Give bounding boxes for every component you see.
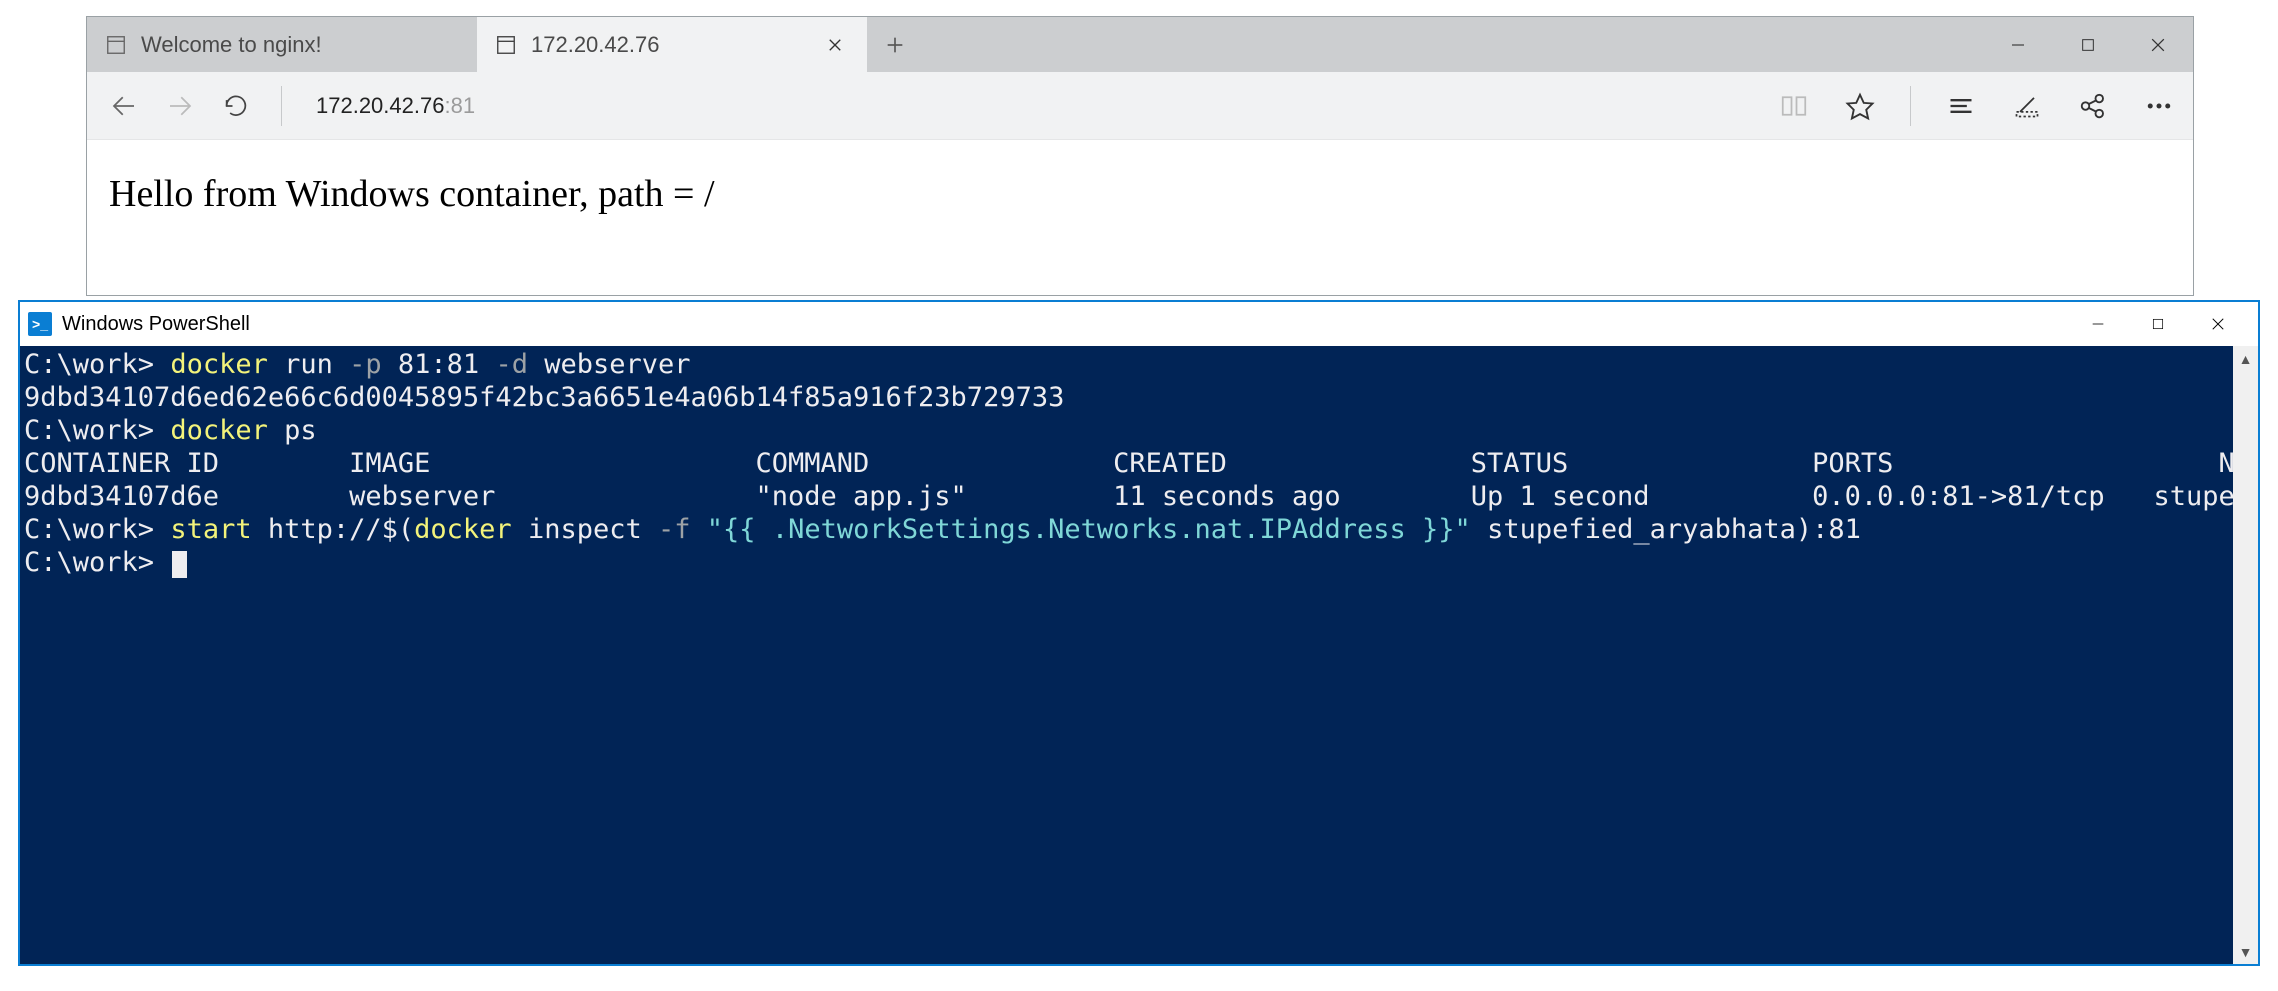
more-icon[interactable] — [2143, 90, 2175, 122]
ps-prompt: C:\work> — [24, 349, 154, 380]
ps-token: 81:81 — [382, 349, 496, 380]
cursor-icon — [172, 551, 187, 578]
ps-token: -d — [495, 349, 528, 380]
notes-icon[interactable] — [2011, 90, 2043, 122]
ps-token: "{{ .NetworkSettings.Networks.nat.IPAddr… — [707, 514, 1471, 545]
close-window-button[interactable] — [2123, 17, 2193, 72]
tab-title: 172.20.42.76 — [531, 32, 807, 58]
ps-token: ps — [268, 415, 317, 446]
ps-output: 9dbd34107d6ed62e66c6d0045895f42bc3a6651e… — [24, 382, 1064, 413]
ps-token: -f — [658, 514, 691, 545]
ps-row: 9dbd34107d6e webserver "node app.js" 11 … — [24, 481, 2233, 512]
ps-token: -p — [349, 349, 382, 380]
ps-prompt: C:\work> — [24, 547, 154, 578]
tab-page-icon — [105, 34, 127, 56]
tab-page-icon — [495, 34, 517, 56]
address-bar[interactable]: 172.20.42.76:81 — [304, 93, 1768, 119]
ps-token: http://$( — [252, 514, 415, 545]
maximize-button[interactable] — [2053, 17, 2123, 72]
maximize-button[interactable] — [2128, 317, 2188, 331]
scroll-down-icon[interactable]: ▼ — [2233, 939, 2258, 964]
refresh-button[interactable] — [213, 83, 259, 129]
ps-token: docker — [170, 349, 268, 380]
powershell-title: Windows PowerShell — [62, 313, 250, 336]
address-host: 172.20.42.76 — [316, 93, 444, 118]
new-tab-button[interactable] — [867, 17, 922, 72]
window-controls — [1983, 17, 2193, 72]
ps-token: docker — [170, 415, 268, 446]
favorite-star-icon[interactable] — [1844, 90, 1876, 122]
powershell-body: C:\work> docker run -p 81:81 -d webserve… — [20, 346, 2258, 964]
forward-button[interactable] — [157, 83, 203, 129]
page-content: Hello from Windows container, path = / — [87, 140, 2193, 248]
scrollbar[interactable]: ▲ ▼ — [2233, 346, 2258, 964]
scroll-up-icon[interactable]: ▲ — [2233, 346, 2258, 371]
ps-token: docker — [414, 514, 512, 545]
toolbar-separator — [1910, 86, 1911, 126]
tab-title: Welcome to nginx! — [141, 32, 459, 58]
powershell-window: >_ Windows PowerShell C:\work> docker ru… — [18, 300, 2260, 966]
tab-strip: Welcome to nginx! 172.20.42.76 — [87, 17, 2193, 72]
browser-toolbar: 172.20.42.76:81 — [87, 72, 2193, 140]
reading-view-icon[interactable] — [1778, 90, 1810, 122]
tab-inactive-nginx[interactable]: Welcome to nginx! — [87, 17, 477, 72]
tab-active-ip[interactable]: 172.20.42.76 — [477, 17, 867, 72]
toolbar-right-icons — [1778, 86, 2175, 126]
ps-token: run — [268, 349, 349, 380]
edge-browser-window: Welcome to nginx! 172.20.42.76 — [86, 16, 2194, 296]
ps-token: start — [170, 514, 251, 545]
powershell-icon: >_ — [28, 312, 52, 336]
ps-token: webserver — [528, 349, 691, 380]
ps-prompt: C:\work> — [24, 415, 154, 446]
page-text: Hello from Windows container, path = / — [109, 173, 715, 215]
ps-token: inspect — [512, 514, 658, 545]
address-port: :81 — [444, 93, 475, 118]
close-window-button[interactable] — [2188, 315, 2248, 333]
hub-icon[interactable] — [1945, 90, 1977, 122]
toolbar-separator — [281, 86, 282, 126]
ps-prompt: C:\work> — [24, 514, 154, 545]
ps-token: stupefied_aryabhata):81 — [1471, 514, 1861, 545]
ps-token — [691, 514, 707, 545]
powershell-console[interactable]: C:\work> docker run -p 81:81 -d webserve… — [20, 346, 2233, 964]
back-button[interactable] — [101, 83, 147, 129]
ps-header: CONTAINER ID IMAGE COMMAND CREATED STATU… — [24, 448, 2233, 479]
minimize-button[interactable] — [2068, 316, 2128, 332]
minimize-button[interactable] — [1983, 17, 2053, 72]
share-icon[interactable] — [2077, 90, 2109, 122]
powershell-titlebar[interactable]: >_ Windows PowerShell — [20, 302, 2258, 346]
close-tab-icon[interactable] — [821, 31, 849, 59]
